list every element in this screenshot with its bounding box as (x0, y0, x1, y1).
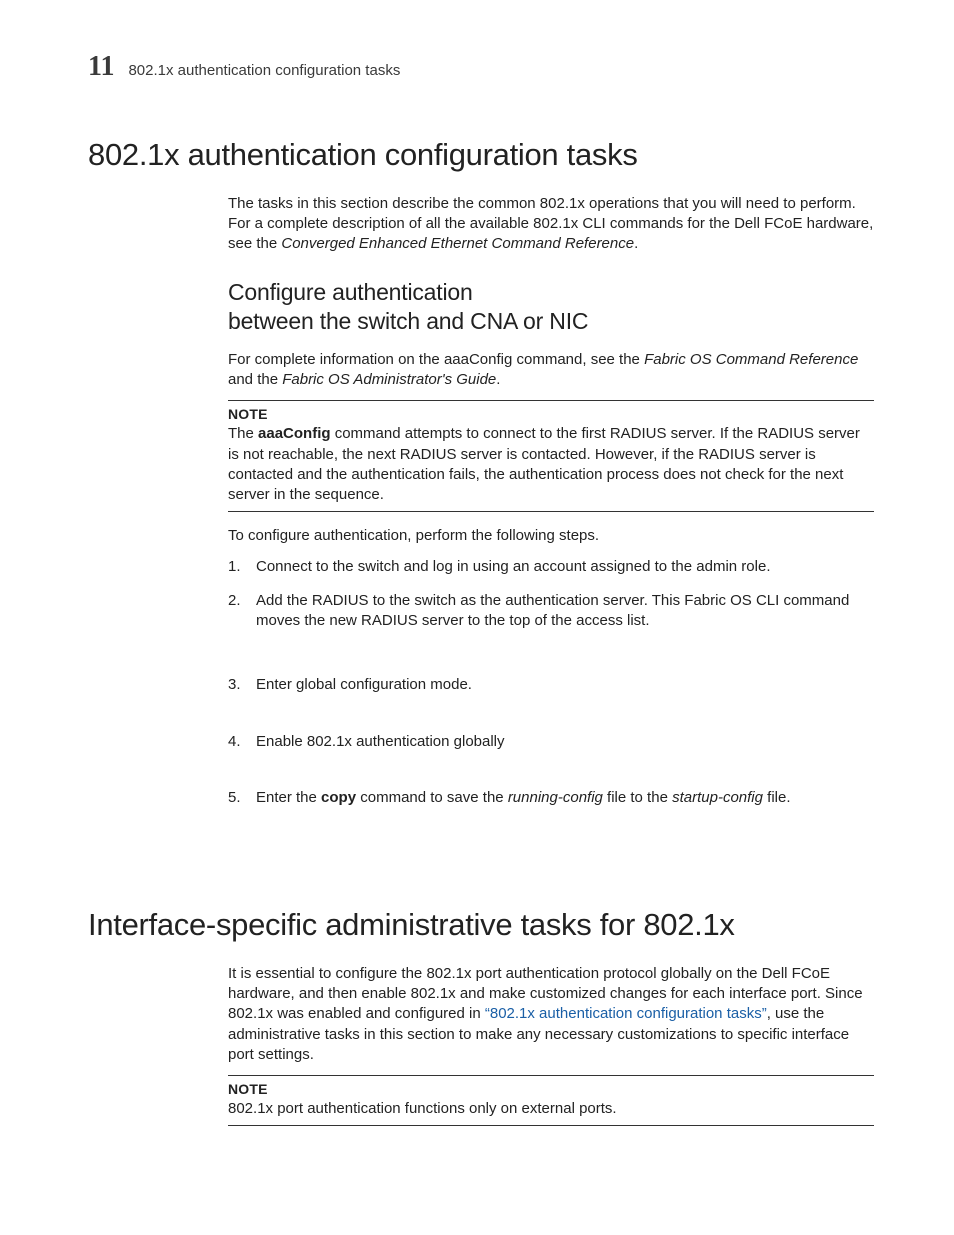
note-label: NOTE (228, 405, 874, 424)
chapter-number: 11 (88, 48, 114, 86)
sub-title-line2: between the switch and CNA or NIC (228, 308, 588, 334)
section1-intro: The tasks in this section describe the c… (228, 194, 874, 255)
command-name: copy (321, 789, 356, 806)
cross-reference-link[interactable]: “802.1x authentication configuration tas… (485, 1005, 767, 1022)
section2-body: It is essential to configure the 802.1x … (228, 964, 874, 1126)
step-item: Enter the copy command to save the runni… (228, 788, 874, 808)
step-text: Enter global configuration mode. (256, 676, 472, 693)
step-item: Add the RADIUS to the switch as the auth… (228, 591, 874, 632)
file-name: startup-config (672, 789, 763, 806)
text: For complete information on the aaaConfi… (228, 351, 644, 368)
note-block: NOTE The aaaConfig command attempts to c… (228, 400, 874, 512)
reference-title: Fabric OS Administrator's Guide (282, 371, 496, 388)
command-name: aaaConfig (258, 425, 331, 442)
text: file to the (603, 789, 672, 806)
subsection-intro: For complete information on the aaaConfi… (228, 350, 874, 391)
note-label: NOTE (228, 1080, 874, 1099)
text: and the (228, 371, 282, 388)
section-heading-2: Interface-specific administrative tasks … (88, 904, 874, 946)
text: Enter the (256, 789, 321, 806)
running-title: 802.1x authentication configuration task… (128, 61, 400, 81)
sub-title-line1: Configure authentication (228, 279, 473, 305)
page: 11 802.1x authentication configuration t… (0, 0, 954, 1235)
note-body: The aaaConfig command attempts to connec… (228, 424, 874, 505)
steps-lead: To configure authentication, perform the… (228, 526, 874, 546)
text: command to save the (356, 789, 508, 806)
spacer (88, 844, 874, 904)
section-heading-1: 802.1x authentication configuration task… (88, 134, 874, 176)
step-text: Enable 802.1x authentication globally (256, 733, 505, 750)
reference-title: Fabric OS Command Reference (644, 351, 858, 368)
steps-list: Connect to the switch and log in using a… (228, 557, 874, 809)
running-header: 11 802.1x authentication configuration t… (88, 48, 874, 86)
step-item: Enable 802.1x authentication globally (228, 732, 874, 752)
note-block: NOTE 802.1x port authentication function… (228, 1075, 874, 1126)
file-name: running-config (508, 789, 603, 806)
step-text: Add the RADIUS to the switch as the auth… (256, 592, 849, 629)
step-text: Connect to the switch and log in using a… (256, 558, 771, 575)
text: file. (763, 789, 791, 806)
text: . (496, 371, 500, 388)
text: The (228, 425, 258, 442)
reference-title: Converged Enhanced Ethernet Command Refe… (281, 235, 634, 252)
step-item: Enter global configuration mode. (228, 675, 874, 695)
step-item: Connect to the switch and log in using a… (228, 557, 874, 577)
note-body: 802.1x port authentication functions onl… (228, 1099, 874, 1119)
section2-intro: It is essential to configure the 802.1x … (228, 964, 874, 1065)
text: . (634, 235, 638, 252)
section1-body: The tasks in this section describe the c… (228, 194, 874, 808)
subsection-heading: Configure authentication between the swi… (228, 278, 874, 336)
